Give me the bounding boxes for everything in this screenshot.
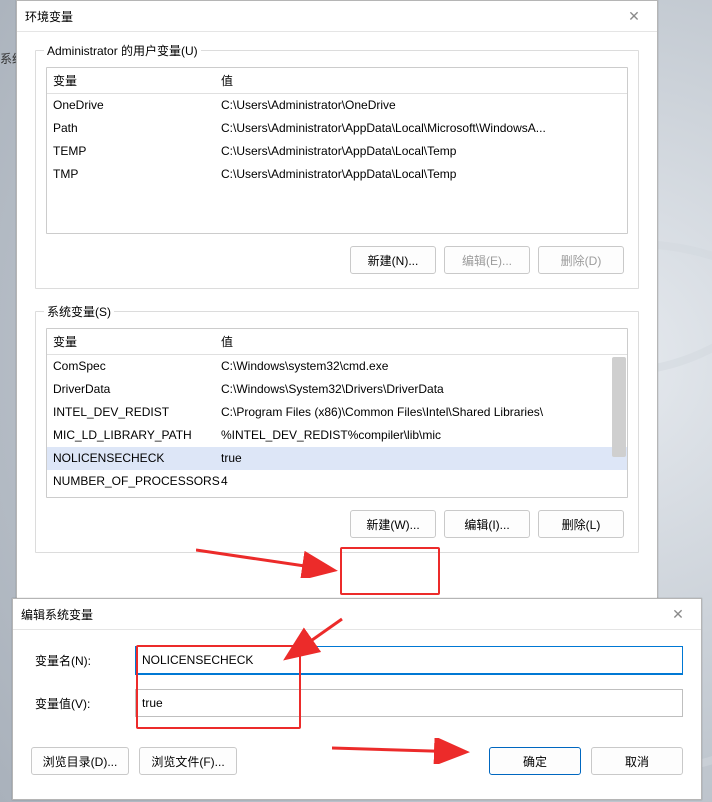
user-variables-group: Administrator 的用户变量(U) 变量 值 OneDriveC:\U… — [35, 50, 639, 289]
user-delete-button[interactable]: 删除(D) — [538, 246, 624, 274]
column-header-variable[interactable]: 变量 — [53, 72, 221, 89]
variable-value-cell: Windows_NT — [221, 495, 621, 497]
table-row[interactable]: OneDriveC:\Users\Administrator\OneDrive — [47, 94, 627, 117]
system-group-caption: 系统变量(S) — [44, 303, 114, 320]
column-header-variable[interactable]: 变量 — [53, 333, 221, 350]
table-row[interactable]: NOLICENSECHECKtrue — [47, 447, 627, 470]
column-header-value[interactable]: 值 — [221, 333, 621, 350]
variable-value-cell: C:\Windows\system32\cmd.exe — [221, 357, 621, 376]
variable-name-label: 变量名(N): — [31, 652, 135, 669]
dialog-title: 编辑系统变量 — [21, 606, 93, 623]
variable-name-cell: TEMP — [53, 142, 221, 161]
table-row[interactable]: ComSpecC:\Windows\system32\cmd.exe — [47, 355, 627, 378]
user-group-caption: Administrator 的用户变量(U) — [44, 42, 201, 59]
table-row[interactable]: TMPC:\Users\Administrator\AppData\Local\… — [47, 163, 627, 186]
user-variables-list[interactable]: 变量 值 OneDriveC:\Users\Administrator\OneD… — [46, 67, 628, 234]
user-new-button[interactable]: 新建(N)... — [350, 246, 436, 274]
table-row[interactable]: NUMBER_OF_PROCESSORS4 — [47, 470, 627, 493]
scrollbar-thumb[interactable] — [612, 357, 626, 457]
variable-name-cell: OneDrive — [53, 96, 221, 115]
variable-value-cell: C:\Users\Administrator\AppData\Local\Tem… — [221, 165, 621, 184]
browse-directory-button[interactable]: 浏览目录(D)... — [31, 747, 129, 775]
variable-value-input[interactable] — [135, 689, 683, 717]
variable-name-cell: NUMBER_OF_PROCESSORS — [53, 472, 221, 491]
table-row[interactable]: MIC_LD_LIBRARY_PATH%INTEL_DEV_REDIST%com… — [47, 424, 627, 447]
variable-value-cell: C:\Program Files (x86)\Common Files\Inte… — [221, 403, 621, 422]
variable-name-cell: OS — [53, 495, 221, 497]
system-delete-button[interactable]: 删除(L) — [538, 510, 624, 538]
close-icon[interactable]: ✕ — [619, 1, 649, 31]
system-edit-button[interactable]: 编辑(I)... — [444, 510, 530, 538]
edit-system-variable-dialog: 编辑系统变量 ✕ 变量名(N): 变量值(V): 浏览目录(D)... 浏览文件… — [12, 598, 702, 800]
variable-value-cell: %INTEL_DEV_REDIST%compiler\lib\mic — [221, 426, 621, 445]
titlebar: 编辑系统变量 ✕ — [13, 599, 701, 630]
system-variables-group: 系统变量(S) 变量 值 ComSpecC:\Windows\system32\… — [35, 311, 639, 553]
table-row[interactable]: OSWindows_NT — [47, 493, 627, 497]
variable-name-cell: INTEL_DEV_REDIST — [53, 403, 221, 422]
environment-variables-dialog: 环境变量 ✕ Administrator 的用户变量(U) 变量 值 OneDr… — [16, 0, 658, 637]
variable-name-cell: Path — [53, 119, 221, 138]
variable-value-cell: C:\Users\Administrator\AppData\Local\Tem… — [221, 142, 621, 161]
close-icon[interactable]: ✕ — [663, 599, 693, 629]
variable-value-cell: true — [221, 449, 621, 468]
variable-value-cell: C:\Users\Administrator\AppData\Local\Mic… — [221, 119, 621, 138]
table-row[interactable]: TEMPC:\Users\Administrator\AppData\Local… — [47, 140, 627, 163]
dialog-title: 环境变量 — [25, 8, 73, 25]
variable-name-cell: ComSpec — [53, 357, 221, 376]
system-variables-list[interactable]: 变量 值 ComSpecC:\Windows\system32\cmd.exeD… — [46, 328, 628, 498]
variable-name-input[interactable] — [135, 646, 683, 675]
variable-value-cell: C:\Users\Administrator\OneDrive — [221, 96, 621, 115]
titlebar: 环境变量 ✕ — [17, 1, 657, 32]
user-edit-button[interactable]: 编辑(E)... — [444, 246, 530, 274]
ok-button[interactable]: 确定 — [489, 747, 581, 775]
variable-value-label: 变量值(V): — [31, 695, 135, 712]
column-header-value[interactable]: 值 — [221, 72, 621, 89]
variable-value-cell: C:\Windows\System32\Drivers\DriverData — [221, 380, 621, 399]
table-row[interactable]: INTEL_DEV_REDISTC:\Program Files (x86)\C… — [47, 401, 627, 424]
system-new-button[interactable]: 新建(W)... — [350, 510, 436, 538]
variable-name-cell: NOLICENSECHECK — [53, 449, 221, 468]
browse-file-button[interactable]: 浏览文件(F)... — [139, 747, 237, 775]
table-row[interactable]: PathC:\Users\Administrator\AppData\Local… — [47, 117, 627, 140]
cancel-button[interactable]: 取消 — [591, 747, 683, 775]
variable-name-cell: TMP — [53, 165, 221, 184]
variable-name-cell: MIC_LD_LIBRARY_PATH — [53, 426, 221, 445]
table-row[interactable]: DriverDataC:\Windows\System32\Drivers\Dr… — [47, 378, 627, 401]
variable-value-cell: 4 — [221, 472, 621, 491]
variable-name-cell: DriverData — [53, 380, 221, 399]
